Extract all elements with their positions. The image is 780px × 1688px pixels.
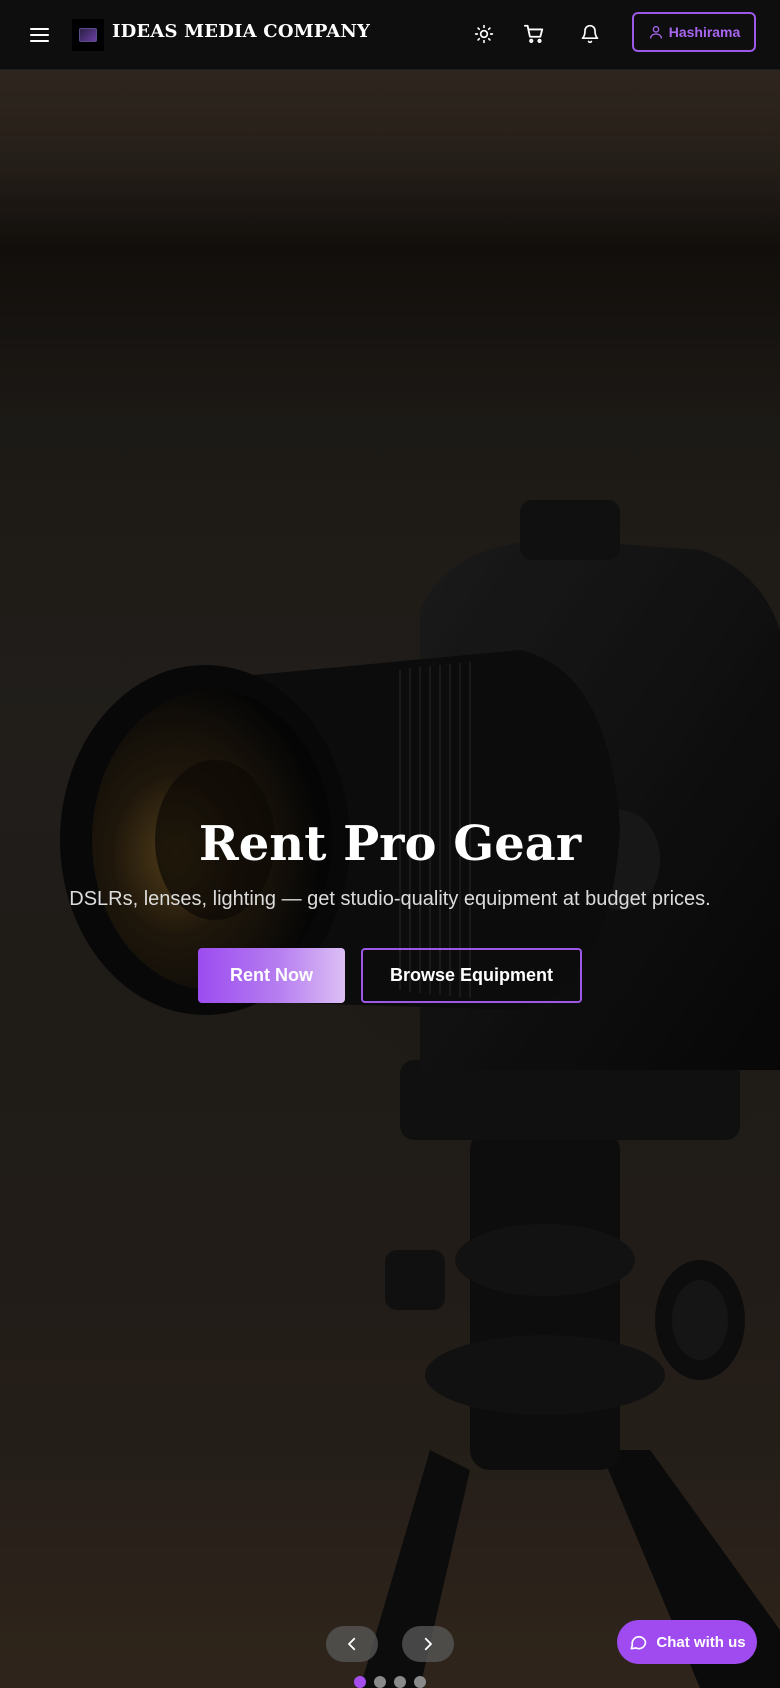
- hero-title: Rent Pro Gear: [198, 816, 582, 872]
- sun-icon[interactable]: [470, 20, 498, 48]
- user-icon: [649, 26, 662, 39]
- hero-subtitle: DSLRs, lenses, lighting — get studio-qua…: [69, 888, 711, 910]
- slide-indicators: [354, 1676, 426, 1688]
- slide-dot-2[interactable]: [374, 1676, 386, 1688]
- user-name: Hashirama: [668, 24, 741, 40]
- chat-label: Chat with us: [656, 1633, 746, 1651]
- slide-dot-3[interactable]: [394, 1676, 406, 1688]
- cart-icon[interactable]: [520, 20, 548, 48]
- chat-bubble-icon: [630, 1635, 647, 1650]
- chat-with-us-button[interactable]: Chat with us: [617, 1620, 757, 1664]
- menu-icon[interactable]: [28, 24, 52, 46]
- hero-carousel: Rent Pro Gear DSLRs, lenses, lighting — …: [0, 70, 780, 1688]
- brand-name[interactable]: IDEAS MEDIA COMPANY: [112, 21, 370, 42]
- browse-equipment-button[interactable]: Browse Equipment: [361, 948, 582, 1003]
- slide-dot-4[interactable]: [414, 1676, 426, 1688]
- slide-dot-1[interactable]: [354, 1676, 366, 1688]
- company-logo[interactable]: [72, 19, 104, 51]
- next-slide-button[interactable]: [402, 1626, 454, 1662]
- user-profile-button[interactable]: Hashirama: [632, 12, 756, 52]
- top-navbar: IDEAS MEDIA COMPANY Hashirama: [0, 0, 780, 70]
- chevron-right-icon: [424, 1637, 432, 1651]
- bell-icon[interactable]: [576, 20, 604, 48]
- chevron-left-icon: [348, 1637, 356, 1651]
- rent-now-button[interactable]: Rent Now: [198, 948, 345, 1003]
- previous-slide-button[interactable]: [326, 1626, 378, 1662]
